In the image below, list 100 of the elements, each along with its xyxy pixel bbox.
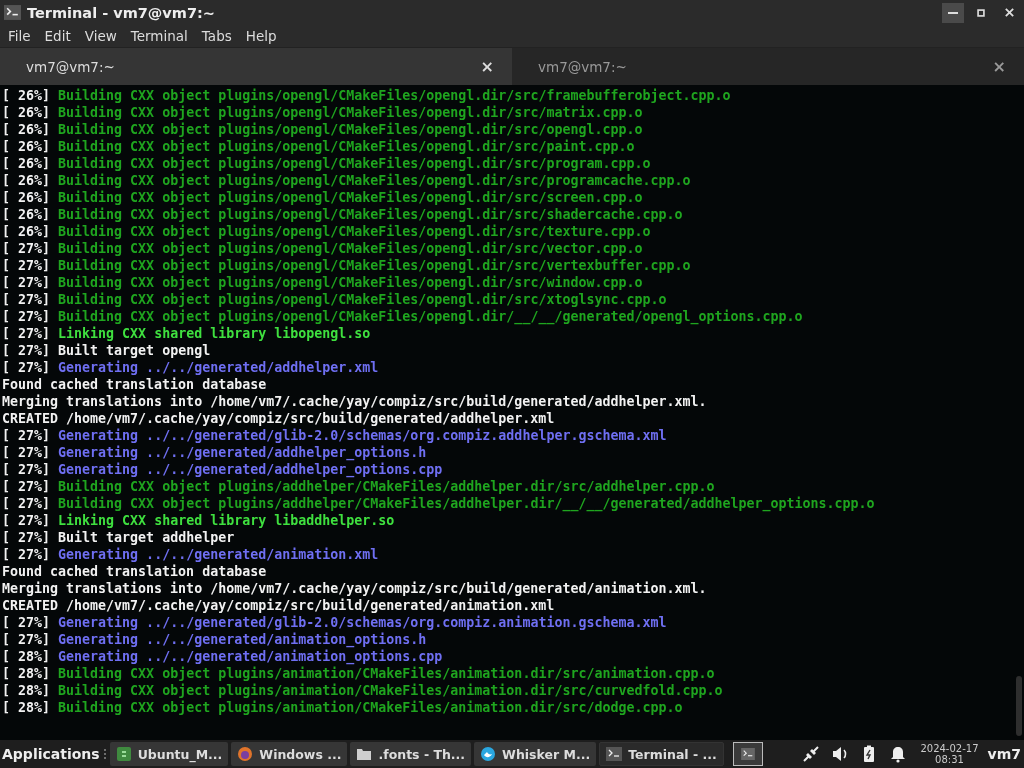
output-text: Building CXX object plugins/opengl/CMakeFiles/opengl.dir/src/vector.cpp.o: [58, 241, 643, 256]
output-text: Building CXX object plugins/opengl/CMakeFiles/opengl.dir/src/framebufferobject.cpp.o: [58, 88, 731, 103]
bird-icon: [480, 746, 497, 762]
output-text: Building CXX object plugins/addhelper/CMakeFiles/addhelper.dir/__/__/generated/addhelper_options.cpp.o: [58, 496, 875, 511]
output-text: Generating ../../generated/addhelper_options.h: [58, 445, 427, 460]
output-text: Building CXX object plugins/animation/CMakeFiles/animation.dir/src/curvedfold.cpp.o: [58, 683, 723, 698]
progress-text: [ 26%]: [2, 105, 51, 120]
progress-text: [ 26%]: [2, 190, 51, 205]
maximize-icon: [976, 7, 986, 18]
progress-text: [ 27%]: [2, 479, 51, 494]
network-plug-icon[interactable]: [801, 744, 822, 764]
progress-text: [ 27%]: [2, 462, 51, 477]
output-text: Building CXX object plugins/opengl/CMakeFiles/opengl.dir/src/shadercache.cpp.o: [58, 207, 683, 222]
progress-text: [ 26%]: [2, 139, 51, 154]
output-text: Generating ../../generated/glib-2.0/schemas/org.compiz.animation.gschema.xml: [58, 615, 667, 630]
taskbar-button[interactable]: .fonts - Th...: [350, 742, 472, 766]
output-text: CREATED /home/vm7/.cache/yay/compiz/src/build/generated/animation.xml: [2, 598, 555, 613]
output-text: Built target opengl: [58, 343, 211, 358]
app-icon: [115, 746, 132, 762]
output-text: Linking CXX shared library libopengl.so: [58, 326, 371, 341]
terminal-icon: [606, 746, 623, 762]
menu-item[interactable]: View: [77, 28, 124, 44]
output-text: Building CXX object plugins/opengl/CMakeFiles/opengl.dir/src/vertexbuffer.cpp.o: [58, 258, 691, 273]
progress-text: [ 27%]: [2, 513, 51, 528]
output-text: Generating ../../generated/glib-2.0/schemas/org.compiz.addhelper.gschema.xml: [58, 428, 667, 443]
output-text: Generating ../../generated/animation_options.cpp: [58, 649, 443, 664]
clock[interactable]: 2024-02-17 08:31: [920, 743, 979, 765]
close-tab-button[interactable]: ×: [992, 57, 1006, 76]
tab[interactable]: vm7@vm7:~ ×: [512, 47, 1024, 85]
output-text: Merging translations into /home/vm7/.cache/yay/compiz/src/build/generated/addhelper.xml.: [2, 394, 707, 409]
progress-text: [ 26%]: [2, 224, 51, 239]
output-text: Found cached translation database: [2, 377, 267, 392]
progress-text: [ 27%]: [2, 530, 51, 545]
taskbar-button[interactable]: Windows ...: [231, 742, 348, 766]
menu-item[interactable]: File: [1, 28, 38, 44]
output-text: Building CXX object plugins/opengl/CMakeFiles/opengl.dir/src/xtoglsync.cpp.o: [58, 292, 667, 307]
output-text: Building CXX object plugins/opengl/CMakeFiles/opengl.dir/src/screen.cpp.o: [58, 190, 643, 205]
output-text: Building CXX object plugins/animation/CMakeFiles/animation.dir/src/animation.cpp.o: [58, 666, 715, 681]
output-text: Building CXX object plugins/opengl/CMakeFiles/opengl.dir/src/matrix.cpp.o: [58, 105, 643, 120]
progress-text: [ 27%]: [2, 496, 51, 511]
output-text: Generating ../../generated/addhelper_options.cpp: [58, 462, 443, 477]
output-text: CREATED /home/vm7/.cache/yay/compiz/src/build/generated/addhelper.xml: [2, 411, 555, 426]
output-text: Building CXX object plugins/opengl/CMakeFiles/opengl.dir/src/paint.cpp.o: [58, 139, 635, 154]
progress-text: [ 26%]: [2, 122, 51, 137]
output-text: Building CXX object plugins/opengl/CMakeFiles/opengl.dir/src/opengl.cpp.o: [58, 122, 643, 137]
separator-handle-icon: [102, 748, 107, 760]
scrollbar[interactable]: [1016, 676, 1022, 736]
taskbar-button[interactable]: Whisker M...: [474, 742, 597, 766]
progress-text: [ 27%]: [2, 292, 51, 307]
output-text: Building CXX object plugins/opengl/CMakeFiles/opengl.dir/src/window.cpp.o: [58, 275, 643, 290]
progress-text: [ 27%]: [2, 343, 51, 358]
output-text: Building CXX object plugins/opengl/CMakeFiles/opengl.dir/src/programcache.cpp.o: [58, 173, 691, 188]
applications-menu[interactable]: Applications: [0, 746, 100, 762]
menu-item[interactable]: Help: [238, 28, 284, 44]
menu-item[interactable]: Terminal: [123, 28, 195, 44]
close-tab-button[interactable]: ×: [480, 57, 494, 76]
output-text: Generating ../../generated/animation_options.h: [58, 632, 427, 647]
minimize-button[interactable]: [942, 2, 964, 23]
progress-text: [ 26%]: [2, 173, 51, 188]
progress-text: [ 28%]: [2, 649, 51, 664]
menu-item[interactable]: Edit: [37, 28, 78, 44]
output-text: Building CXX object plugins/opengl/CMakeFiles/opengl.dir/__/__/generated/opengl_options.cpp.o: [58, 309, 803, 324]
user-name[interactable]: vm7: [987, 746, 1021, 762]
terminal-icon: [740, 748, 755, 760]
globe-icon: [237, 746, 254, 762]
output-text: Generating ../../generated/addhelper.xml: [58, 360, 379, 375]
progress-text: [ 27%]: [2, 445, 51, 460]
output-text: Building CXX object plugins/opengl/CMakeFiles/opengl.dir/src/texture.cpp.o: [58, 224, 651, 239]
progress-text: [ 27%]: [2, 309, 51, 324]
window-title: Terminal - vm7@vm7:~: [27, 4, 215, 21]
workspace-switcher[interactable]: [732, 742, 763, 766]
terminal-icon: [4, 5, 21, 20]
output-text: Building CXX object plugins/animation/CMakeFiles/animation.dir/src/dodge.cpp.o: [58, 700, 683, 715]
progress-text: [ 27%]: [2, 547, 51, 562]
progress-text: [ 27%]: [2, 275, 51, 290]
progress-text: [ 26%]: [2, 88, 51, 103]
tab[interactable]: vm7@vm7:~ ×: [0, 47, 512, 85]
output-text: Generating ../../generated/animation.xml: [58, 547, 379, 562]
output-text: Merging translations into /home/vm7/.cache/yay/compiz/src/build/generated/animation.xml.: [2, 581, 707, 596]
taskbar-button[interactable]: Ubuntu_M...: [109, 742, 229, 766]
output-text: Building CXX object plugins/addhelper/CMakeFiles/addhelper.dir/src/addhelper.cpp.o: [58, 479, 715, 494]
progress-text: [ 28%]: [2, 683, 51, 698]
progress-text: [ 27%]: [2, 615, 51, 630]
progress-text: [ 28%]: [2, 700, 51, 715]
output-text: Linking CXX shared library libaddhelper.so: [58, 513, 395, 528]
output-text: Found cached translation database: [2, 564, 267, 579]
progress-text: [ 27%]: [2, 326, 51, 341]
progress-text: [ 27%]: [2, 360, 51, 375]
menu-item[interactable]: Tabs: [194, 28, 239, 44]
progress-text: [ 28%]: [2, 666, 51, 681]
close-icon: [1003, 7, 1015, 18]
taskbar-button[interactable]: Terminal - ...: [599, 742, 724, 766]
progress-text: [ 27%]: [2, 258, 51, 273]
progress-text: [ 27%]: [2, 241, 51, 256]
folder-icon: [356, 746, 373, 762]
progress-text: [ 26%]: [2, 207, 51, 222]
progress-text: [ 27%]: [2, 428, 51, 443]
output-text: Built target addhelper: [58, 530, 235, 545]
progress-text: [ 26%]: [2, 156, 51, 171]
progress-text: [ 27%]: [2, 632, 51, 647]
